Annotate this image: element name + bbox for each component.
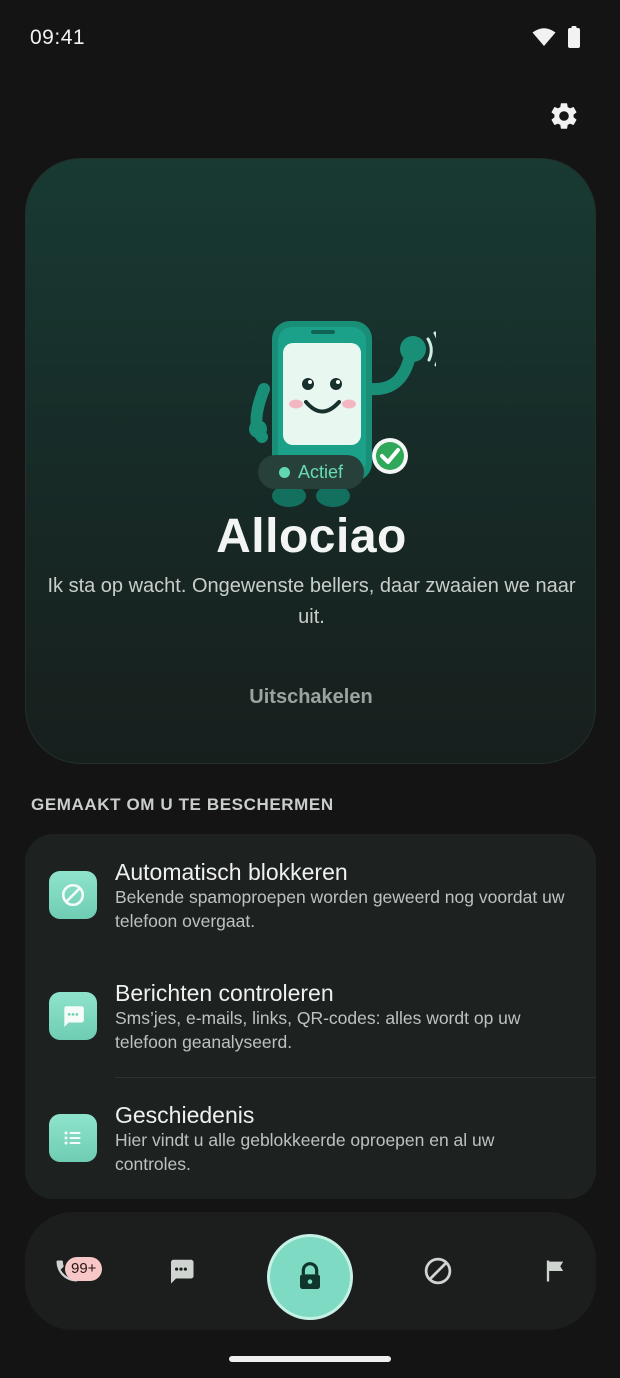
gear-icon xyxy=(551,103,577,129)
status-chip-label: Actief xyxy=(297,461,344,482)
status-icons xyxy=(532,26,580,48)
nav-messages[interactable] xyxy=(161,1251,201,1291)
list-icon xyxy=(49,1114,97,1162)
status-dot xyxy=(278,466,290,478)
app-subtitle: Ik sta op wacht. Ongewenste bellers, daa… xyxy=(47,575,576,628)
message-icon xyxy=(171,1259,194,1284)
flag-icon xyxy=(546,1260,564,1282)
app-title: Allociao xyxy=(216,510,407,563)
protection-lock-button[interactable] xyxy=(267,1234,353,1320)
block-icon xyxy=(49,871,97,919)
feature-check-messages[interactable]: Berichten controleren Sms’jes, e-mails, … xyxy=(25,955,596,1075)
protection-status-card: Actief Allociao Ik sta op wacht. Ongewen… xyxy=(25,158,596,764)
feature-description: Bekende spamoproepen worden geweerd nog … xyxy=(115,887,565,931)
bottom-navigation: 99+ xyxy=(25,1212,596,1330)
feature-description: Hier vindt u alle geblokkeerde oproepen … xyxy=(115,1130,495,1174)
section-title: GEMAAKT OM U TE BESCHERMEN xyxy=(31,795,334,814)
home-indicator[interactable] xyxy=(229,1356,391,1362)
lock-icon xyxy=(300,1262,320,1289)
disable-button[interactable]: Uitschakelen xyxy=(211,679,411,715)
nav-blocked[interactable] xyxy=(418,1251,458,1291)
message-icon xyxy=(49,992,97,1040)
feature-title: Berichten controleren xyxy=(115,980,334,1006)
settings-button[interactable] xyxy=(546,98,582,134)
battery-icon xyxy=(568,26,580,48)
block-icon xyxy=(424,1257,452,1285)
features-list: Automatisch blokkeren Bekende spamoproep… xyxy=(25,834,596,1199)
calls-count-badge: 99+ xyxy=(65,1257,103,1281)
feature-description: Sms’jes, e-mails, links, QR-codes: alles… xyxy=(115,1008,521,1052)
nav-report[interactable] xyxy=(535,1251,575,1291)
wifi-icon xyxy=(532,28,556,46)
feature-history[interactable]: Geschiedenis Hier vindt u alle geblokkee… xyxy=(25,1077,596,1197)
feature-title: Geschiedenis xyxy=(115,1102,255,1128)
status-bar: 09:41 xyxy=(0,0,620,76)
feature-title: Automatisch blokkeren xyxy=(115,859,348,885)
status-time: 09:41 xyxy=(30,26,86,49)
feature-auto-block[interactable]: Automatisch blokkeren Bekende spamoproep… xyxy=(25,834,596,954)
status-chip: Actief xyxy=(258,455,364,489)
